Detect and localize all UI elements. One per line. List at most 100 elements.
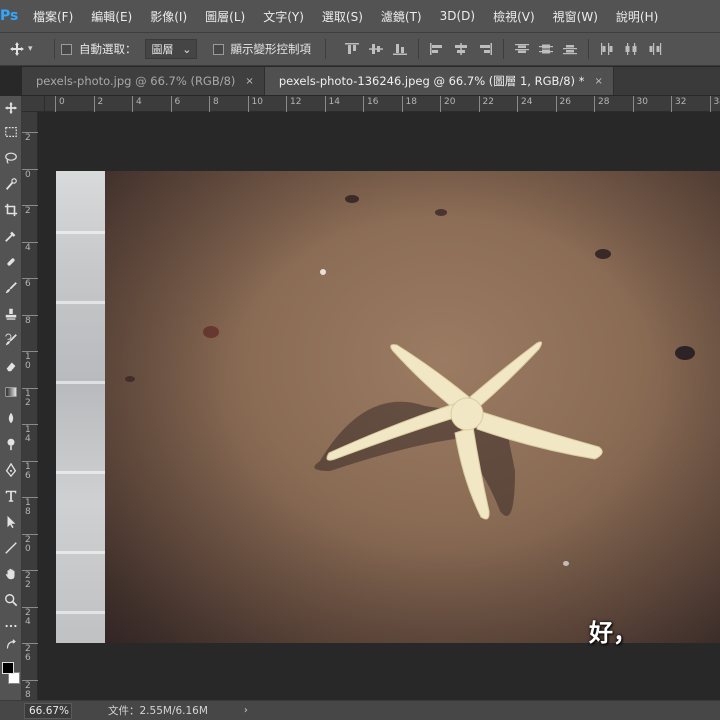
- move-tool-preset-icon[interactable]: [6, 38, 28, 60]
- eyedropper-icon[interactable]: [0, 224, 22, 248]
- ruler-tick: 20: [22, 533, 38, 553]
- subtitle-caption: 好，: [589, 619, 637, 647]
- ruler-tick-label: 4: [136, 97, 142, 107]
- ruler-tick: 24: [22, 606, 38, 626]
- show-transform-label: 顯示變形控制項: [230, 42, 312, 56]
- distribute-hcenter-icon[interactable]: [619, 38, 643, 60]
- path-select-icon[interactable]: [0, 510, 22, 534]
- tab-pexels-photo[interactable]: pexels-photo.jpg @ 66.7% (RGB/8) ×: [22, 67, 265, 95]
- marquee-icon[interactable]: [0, 120, 22, 144]
- ruler-tick: 26: [555, 96, 584, 112]
- menu-layer[interactable]: 圖層(L): [196, 8, 254, 25]
- ruler-tick-label: 34: [713, 97, 720, 107]
- brush-icon[interactable]: [0, 276, 22, 300]
- ruler-tick-label: 12: [290, 97, 302, 107]
- align-vcenter-icon[interactable]: [364, 38, 388, 60]
- ruler-tick-label: 24: [25, 607, 31, 627]
- ruler-tick-label: 6: [25, 279, 31, 289]
- divider: [588, 39, 589, 59]
- wave-highlight: [56, 551, 105, 554]
- blur-icon[interactable]: [0, 406, 22, 430]
- ruler-tick-label: 18: [25, 498, 31, 517]
- ruler-tick: 4: [132, 96, 160, 112]
- ruler-tick: 22: [478, 96, 507, 112]
- show-transform-checkbox[interactable]: [212, 43, 224, 55]
- menu-image[interactable]: 影像(I): [141, 8, 196, 25]
- ruler-tick: 18: [22, 497, 38, 517]
- auto-select-checkbox[interactable]: [61, 43, 72, 55]
- ruler-tick: 16: [363, 96, 391, 112]
- horizontal-ruler[interactable]: 0246810121416182022242628303234: [45, 96, 720, 112]
- menu-file[interactable]: 檔案(F): [24, 8, 82, 25]
- ruler-tick: 28: [594, 96, 622, 112]
- ruler-tick-label: 28: [598, 97, 610, 107]
- crop-icon[interactable]: [0, 198, 22, 222]
- sea-photo-layer: [56, 171, 105, 643]
- align-hcenter-icon[interactable]: [449, 38, 473, 60]
- tab-label: pexels-photo-136246.jpeg @ 66.7% (圖層 1, …: [278, 74, 585, 88]
- menu-type[interactable]: 文字(Y): [254, 8, 313, 25]
- ruler-tick-label: 0: [25, 169, 31, 180]
- wave-highlight: [56, 381, 105, 384]
- more-icon[interactable]: [0, 614, 22, 638]
- align-left-icon[interactable]: [425, 38, 449, 60]
- history-brush-icon[interactable]: [0, 328, 22, 352]
- type-icon[interactable]: [0, 484, 22, 508]
- ruler-tick-label: 32: [675, 97, 687, 107]
- healing-icon[interactable]: [0, 250, 22, 274]
- dodge-icon[interactable]: [0, 432, 22, 456]
- align-right-icon[interactable]: [473, 38, 497, 60]
- menu-filter[interactable]: 濾鏡(T): [372, 8, 431, 25]
- ruler-tick-label: 8: [213, 97, 219, 107]
- menu-edit[interactable]: 編輯(E): [82, 8, 141, 25]
- move-icon[interactable]: [0, 96, 22, 120]
- divider: [325, 39, 326, 59]
- tab-pexels-photo-136246[interactable]: pexels-photo-136246.jpeg @ 66.7% (圖層 1, …: [264, 67, 614, 95]
- vertical-ruler[interactable]: 2 0 2 4 6 8 10 12 14 16 18 20 22 24 26 28: [22, 112, 38, 700]
- lasso-icon[interactable]: [0, 146, 22, 170]
- hand-icon[interactable]: [0, 562, 22, 586]
- ruler-tick: 22: [22, 570, 38, 590]
- menu-3d[interactable]: 3D(D): [431, 9, 484, 23]
- ruler-tick: 10: [247, 96, 276, 112]
- distribute-bottom-icon[interactable]: [558, 38, 582, 60]
- ruler-origin[interactable]: [22, 96, 45, 112]
- menu-window[interactable]: 視窗(W): [544, 8, 607, 25]
- ruler-tick-label: 8: [25, 315, 31, 326]
- clone-stamp-icon[interactable]: [0, 302, 22, 326]
- auto-select-label: 自動選取：: [79, 42, 137, 56]
- divider: [54, 39, 55, 59]
- ruler-tick-label: 10: [251, 97, 263, 107]
- document-canvas[interactable]: 好，: [39, 113, 720, 700]
- menu-view[interactable]: 檢視(V): [484, 8, 544, 25]
- line-icon[interactable]: [0, 536, 22, 560]
- gradient-icon[interactable]: [0, 380, 22, 404]
- menu-help[interactable]: 說明(H): [607, 8, 667, 25]
- auto-select-dropdown[interactable]: 圖層 ⌄: [144, 39, 197, 59]
- distribute-left-icon[interactable]: [595, 38, 619, 60]
- pen-icon[interactable]: [0, 458, 22, 482]
- swap-colors-icon[interactable]: [0, 636, 22, 654]
- eraser-icon[interactable]: [0, 354, 22, 378]
- align-bottom-icon[interactable]: [388, 38, 412, 60]
- menu-select[interactable]: 選取(S): [313, 8, 372, 25]
- distribute-right-icon[interactable]: [643, 38, 667, 60]
- chevron-right-icon[interactable]: ›: [244, 705, 248, 716]
- ruler-tick-label: 16: [25, 461, 31, 481]
- foreground-color-swatch[interactable]: [2, 662, 14, 674]
- ruler-tick: 30: [632, 96, 661, 112]
- zoom-level-field[interactable]: 66.67%: [24, 702, 72, 719]
- distribute-top-icon[interactable]: [510, 38, 534, 60]
- ruler-tick-label: 6: [174, 97, 181, 107]
- close-icon[interactable]: ×: [245, 76, 253, 87]
- ruler-tick-label: 10: [25, 352, 31, 371]
- zoom-icon[interactable]: [0, 588, 22, 612]
- distribute-vcenter-icon[interactable]: [534, 38, 558, 60]
- chevron-down-icon[interactable]: ▾: [28, 44, 40, 54]
- app-logo: Ps: [0, 8, 19, 24]
- document-size-info: 文件：2.55M/6.16M: [108, 705, 208, 717]
- align-top-icon[interactable]: [340, 38, 364, 60]
- quick-select-icon[interactable]: [0, 172, 22, 196]
- close-icon[interactable]: ×: [594, 76, 602, 87]
- divider: [503, 39, 504, 59]
